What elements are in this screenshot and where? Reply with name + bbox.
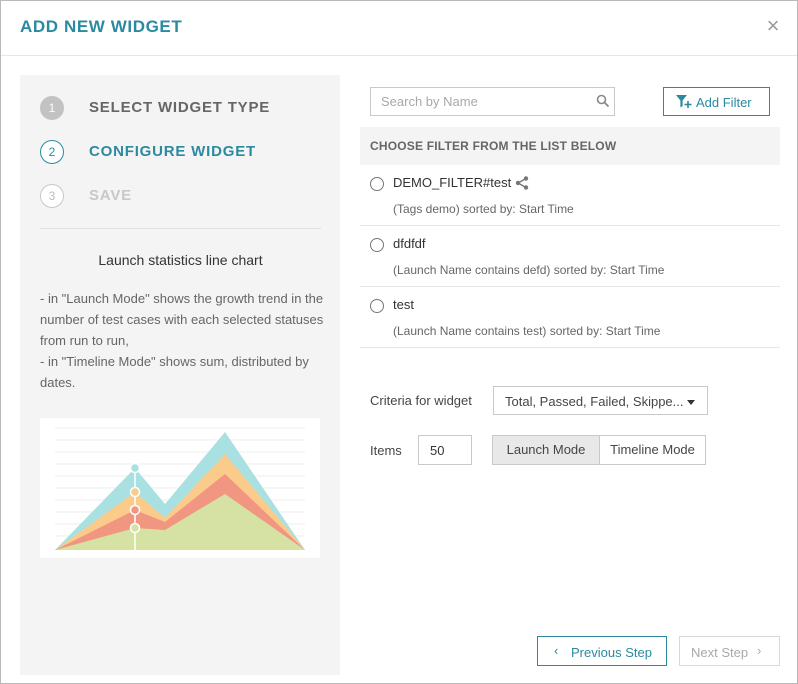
search-icon[interactable] <box>596 94 610 108</box>
caret-down-icon <box>687 400 695 405</box>
widget-preview-image <box>40 418 320 558</box>
previous-step-button[interactable]: ‹ Previous Step <box>537 636 667 666</box>
header-divider <box>1 55 797 56</box>
chevron-left-icon: ‹ <box>554 643 559 658</box>
widget-description-line: - in "Launch Mode" shows the growth tren… <box>40 291 324 348</box>
filter-name: test <box>393 297 414 312</box>
next-step-label: Next Step <box>691 645 749 660</box>
preview-chart-illustration <box>55 427 305 550</box>
close-button[interactable]: × <box>761 13 785 39</box>
step-label: SAVE <box>89 187 132 204</box>
previous-step-label: Previous Step <box>571 645 652 660</box>
add-filter-label: Add Filter <box>696 95 752 110</box>
launch-mode-toggle[interactable]: Launch Mode <box>492 435 600 465</box>
preview-point-failed <box>129 504 141 516</box>
next-step-button[interactable]: Next Step › <box>679 636 780 666</box>
share-icon <box>515 176 529 190</box>
preview-point-passed <box>129 486 141 498</box>
filter-radio[interactable] <box>370 177 384 191</box>
filter-name: DEMO_FILTER#test <box>393 175 512 190</box>
filter-radio[interactable] <box>370 238 384 252</box>
add-widget-modal: ADD NEW WIDGET × 1 SELECT WIDGET TYPE 2 … <box>0 0 798 684</box>
timeline-mode-toggle[interactable]: Timeline Mode <box>599 435 706 465</box>
filter-description: (Launch Name contains defd) sorted by: S… <box>393 263 665 277</box>
add-filter-button[interactable]: Add Filter <box>663 87 770 116</box>
modal-title: ADD NEW WIDGET <box>20 17 183 36</box>
preview-point-skipped <box>129 522 141 534</box>
filter-item-dfdfdf[interactable]: dfdfdf (Launch Name contains defd) sorte… <box>360 226 780 287</box>
filter-description: (Launch Name contains test) sorted by: S… <box>393 324 661 338</box>
sidebar-divider <box>40 228 321 229</box>
filter-radio[interactable] <box>370 299 384 313</box>
filter-name: dfdfdf <box>393 236 426 251</box>
filter-list-header: CHOOSE FILTER FROM THE LIST BELOW <box>360 127 780 165</box>
step-label: CONFIGURE WIDGET <box>89 143 256 160</box>
chevron-right-icon: › <box>757 643 762 658</box>
criteria-dropdown[interactable]: Total, Passed, Failed, Skippe... <box>493 386 708 415</box>
filter-search-input[interactable] <box>371 88 586 115</box>
wizard-sidebar: 1 SELECT WIDGET TYPE 2 CONFIGURE WIDGET … <box>20 75 340 675</box>
widget-description-line: - in "Timeline Mode" shows sum, distribu… <box>40 354 309 390</box>
filter-plus-icon <box>676 95 692 108</box>
criteria-selected-value: Total, Passed, Failed, Skippe... <box>505 394 684 409</box>
filter-description: (Tags demo) sorted by: Start Time <box>393 202 574 216</box>
step-label: SELECT WIDGET TYPE <box>89 99 271 116</box>
widget-type-description: - in "Launch Mode" shows the growth tren… <box>40 288 324 393</box>
preview-point-total <box>129 462 141 474</box>
items-count-input[interactable] <box>418 435 472 465</box>
items-label: Items <box>370 443 402 458</box>
step-number: 1 <box>40 96 64 120</box>
filter-item-demo-filter[interactable]: DEMO_FILTER#test (Tags demo) sorted by: … <box>360 165 780 226</box>
step-number: 2 <box>40 140 64 164</box>
widget-type-name: Launch statistics line chart <box>98 252 263 268</box>
criteria-label: Criteria for widget <box>370 393 472 408</box>
filter-search-box <box>370 87 615 116</box>
close-icon: × <box>766 13 780 38</box>
step-number: 3 <box>40 184 64 208</box>
filter-item-test[interactable]: test (Launch Name contains test) sorted … <box>360 287 780 348</box>
